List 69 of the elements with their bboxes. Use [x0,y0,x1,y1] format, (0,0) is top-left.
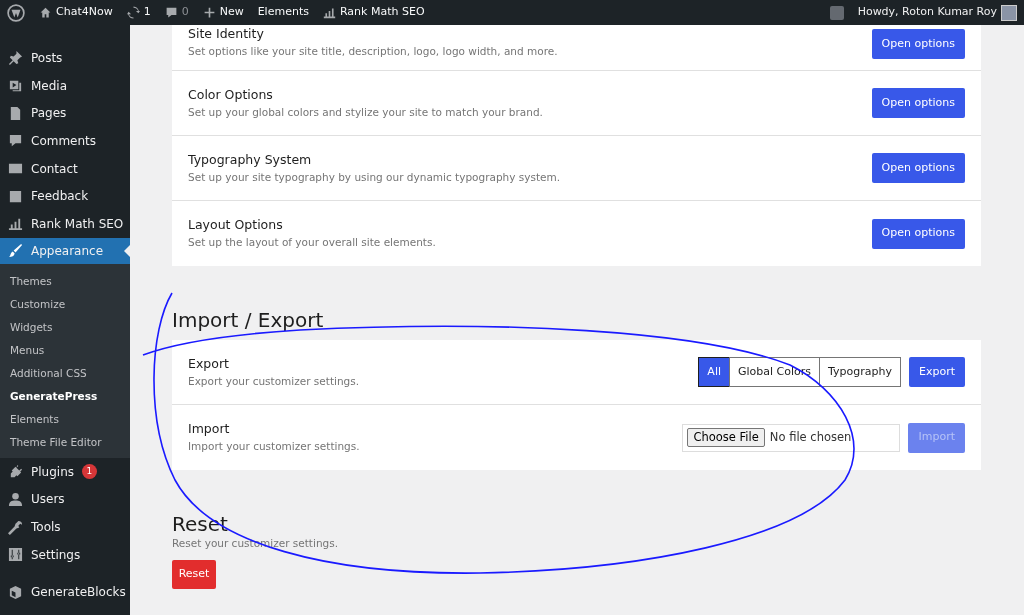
submenu-item[interactable]: Menus [0,338,130,362]
submenu-item[interactable]: Theme File Editor [0,430,130,454]
export-option-toggle[interactable]: All [698,357,730,387]
sidebar-menu-item[interactable]: Media [0,71,130,100]
import-description: Import your customizer settings. [188,439,360,454]
export-option-toggle[interactable]: Typography [819,357,901,387]
page-icon [8,105,23,121]
sidebar-menu-item[interactable]: Feedback [0,182,130,211]
sidebar-menu-item[interactable]: Comments [0,127,130,155]
open-options-button[interactable]: Open options [871,88,965,118]
option-title: Site Identity [188,25,265,43]
submenu-item[interactable]: Elements [0,407,130,431]
option-description: Set up your global colors and stylize your site to match your brand. [188,104,543,120]
sidebar-menu-item[interactable]: Contact [0,154,130,183]
site-name-link[interactable]: Chat4Now [56,4,113,21]
export-button[interactable]: Export [909,357,965,387]
submenu-item[interactable]: Widgets [0,315,130,339]
open-options-button[interactable]: Open options [871,218,965,249]
rank-math-link[interactable]: Rank Math SEO [339,4,425,21]
brush-icon [8,243,23,259]
wordpress-logo-icon [7,3,25,22]
blocks-icon [8,584,23,600]
import-title: Import [188,420,231,439]
pin-icon [8,50,23,66]
elements-link[interactable]: Elements [257,4,309,21]
update-count-badge: 1 [82,464,97,480]
sidebar-menu-item[interactable]: Appearance [0,237,130,264]
greeting-link[interactable]: Howdy, Roton Kumar Roy [857,4,997,21]
sidebar-menu-item[interactable]: Rank Math SEO [0,210,130,238]
sliders-icon [8,547,23,563]
submenu-item[interactable]: Customize [0,292,130,316]
updates-count[interactable]: 1 [143,4,151,21]
sidebar-menu-item[interactable]: Tools [0,513,130,541]
sidebar-menu-item[interactable]: Settings [0,540,130,569]
sidebar-menu-item[interactable]: Pages [0,99,130,128]
plug-icon [8,464,23,480]
comments-count[interactable]: 0 [181,4,189,21]
option-title: Color Options [188,85,274,104]
refresh-icon [126,6,140,19]
sidebar-menu-item[interactable]: Users [0,485,130,514]
sidebar-menu-item[interactable]: GenerateBlocks [0,578,130,607]
option-description: Set up the layout of your overall site elements. [188,235,436,250]
home-icon [39,6,52,19]
media-icon [8,78,23,94]
comment-icon [164,6,178,19]
submenu-item[interactable]: Additional CSS [0,361,130,385]
sidebar-menu-item[interactable]: Plugins 1 [0,457,130,486]
plus-icon [202,6,216,19]
export-description: Export your customizer settings. [188,373,360,389]
wrench-icon [8,519,23,535]
sidebar-menu-item[interactable]: Posts [0,44,130,72]
bubble-icon [8,133,23,149]
chart-icon [322,6,336,19]
reset-button[interactable]: Reset [172,559,216,589]
submenu-item[interactable]: GeneratePress [0,384,130,408]
export-title: Export [188,354,230,373]
option-title: Typography System [188,150,313,169]
open-options-button[interactable]: Open options [871,153,965,183]
option-description: Set options like your site title, description, logo, logo width, and more. [188,43,558,59]
open-options-button[interactable]: Open options [871,29,965,59]
submenu-item[interactable]: Themes [0,269,130,293]
user-icon [8,491,23,507]
chart-icon [8,216,23,232]
new-link[interactable]: New [219,4,244,21]
section-heading: Import / Export [172,308,325,332]
avatar [1001,4,1017,21]
option-title: Layout Options [188,216,284,235]
notification-icon[interactable] [829,5,844,20]
option-description: Set up your site typography by using our dynamic typography system. [188,169,561,185]
